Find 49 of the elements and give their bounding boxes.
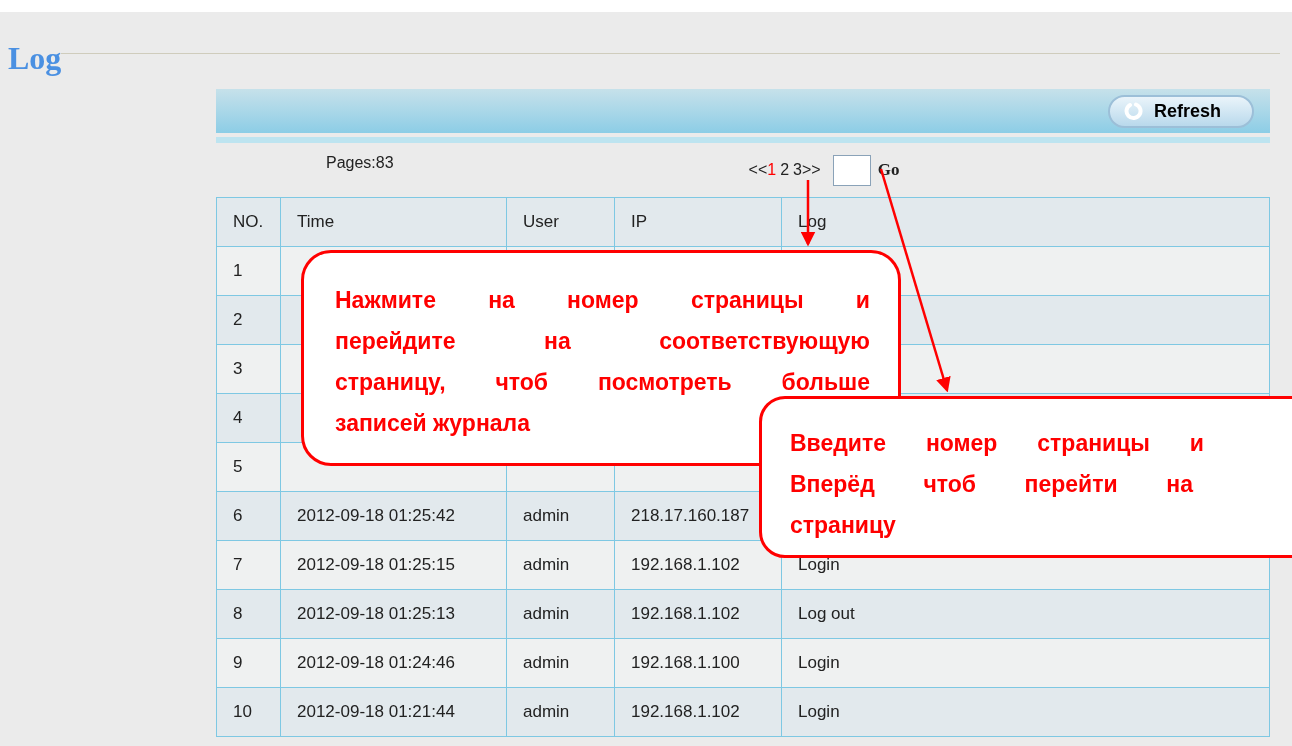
table-cell: admin	[523, 653, 570, 673]
callout-text: страницу, чтоб посмотреть больше	[335, 368, 870, 397]
table-cell: admin	[523, 506, 570, 526]
column-header: Time	[280, 197, 507, 247]
table-cell: 192.168.1.102	[631, 702, 740, 722]
column-header: User	[506, 197, 615, 247]
table-cell: 2012-09-18 01:25:42	[297, 506, 455, 526]
table-cell: 2012-09-18 01:25:13	[297, 604, 455, 624]
table-cell: 8	[233, 604, 243, 624]
go-button[interactable]: Go	[877, 157, 900, 183]
next-link[interactable]: >>	[802, 158, 821, 182]
callout-text: Введите номер страницы и	[790, 429, 1204, 458]
table-cell: Login	[798, 653, 840, 673]
table-cell: 10	[233, 702, 252, 722]
page-count: Pages:83	[326, 153, 394, 173]
table-cell: Login	[798, 702, 840, 722]
table-cell: admin	[523, 555, 570, 575]
table-cell: 7	[233, 555, 243, 575]
table-cell: 2	[233, 310, 243, 330]
table-cell: 2012-09-18 01:25:15	[297, 555, 455, 575]
table-cell: admin	[523, 604, 570, 624]
table-cell: 9	[233, 653, 243, 673]
refresh-button[interactable]: Refresh	[1108, 94, 1254, 128]
table-cell: 4	[233, 408, 243, 428]
table-cell: Log out	[798, 604, 855, 624]
table-cell: 192.168.1.102	[631, 604, 740, 624]
callout-text: Вперёд чтоб перейти на	[790, 470, 1193, 499]
table-cell: 192.168.1.100	[631, 653, 740, 673]
callout-text: Нажмите на номер страницы и	[335, 286, 870, 315]
table-cell: 2012-09-18 01:24:46	[297, 653, 455, 673]
callout-text: перейдите на соответствующую	[335, 327, 870, 356]
table-cell: 1	[233, 261, 243, 281]
table-cell: 3	[233, 359, 243, 379]
callout-text: записей журнала	[335, 409, 532, 438]
table-cell: 218.17.160.187	[631, 506, 750, 526]
table-cell: 2012-09-18 01:21:44	[297, 702, 455, 722]
callout-text: страницу	[790, 511, 897, 540]
page-title: Log	[8, 40, 62, 76]
table-cell: 192.168.1.102	[631, 555, 740, 575]
table-cell: admin	[523, 702, 570, 722]
table-cell: 5	[233, 457, 243, 477]
page-link[interactable]: 2	[780, 158, 790, 182]
column-header: IP	[614, 197, 782, 247]
column-header: NO.	[216, 197, 281, 247]
table-cell: 6	[233, 506, 243, 526]
refresh-icon	[1124, 101, 1144, 121]
page-link[interactable]: 3	[793, 158, 802, 182]
table-cell: Login	[798, 555, 840, 575]
previous-link[interactable]: <<	[748, 158, 768, 182]
